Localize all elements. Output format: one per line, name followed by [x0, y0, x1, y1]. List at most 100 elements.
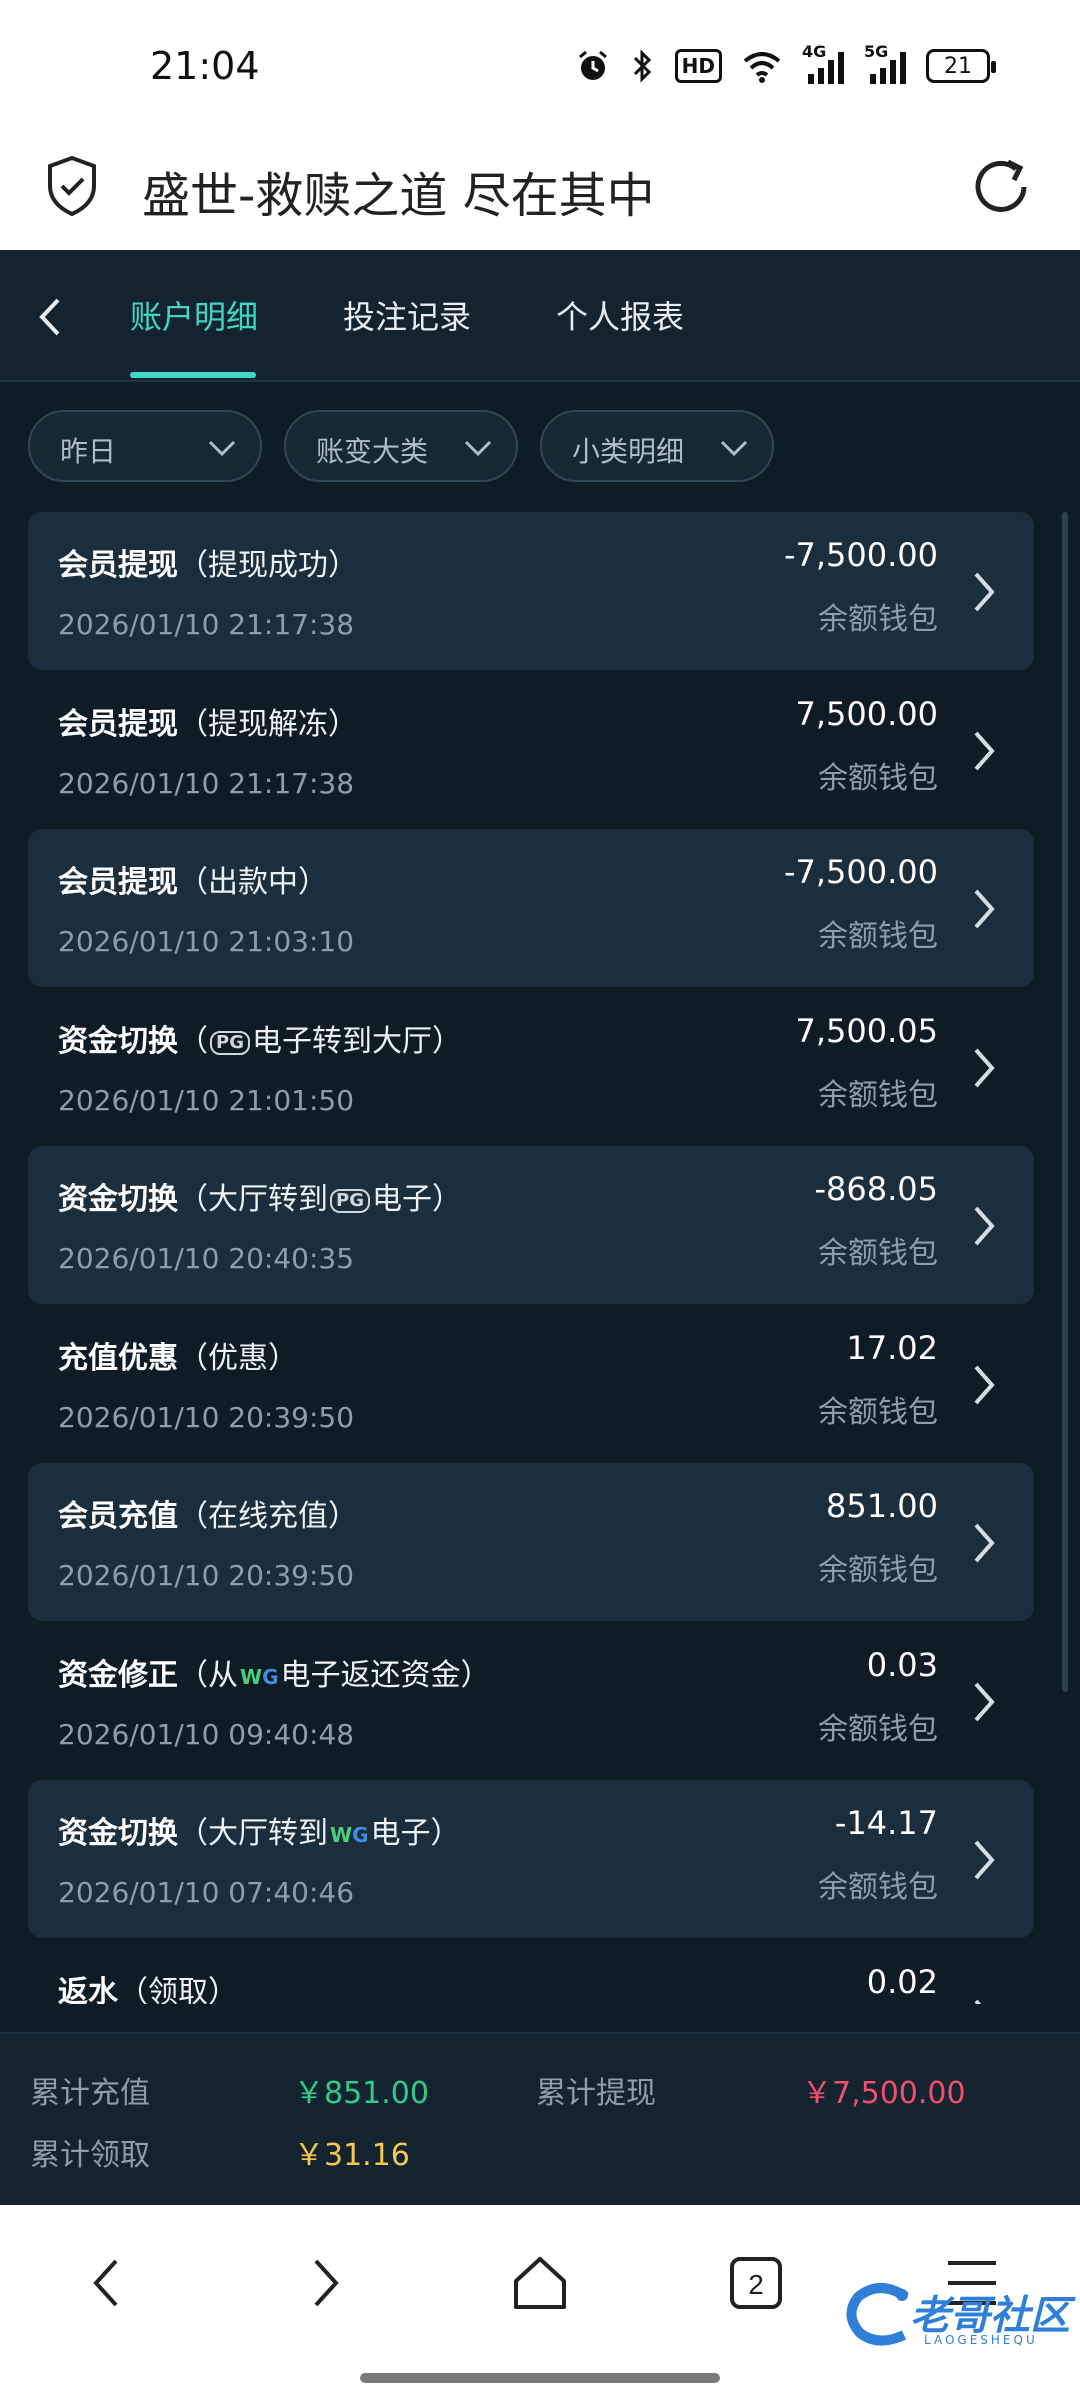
record-row[interactable]: 会员提现（提现解冻） 2026/01/10 21:17:38 7,500.00 余额钱…: [28, 671, 1034, 829]
filter-date-dropdown[interactable]: 昨日: [28, 410, 262, 482]
alarm-icon: [575, 46, 611, 86]
tab-personal-report[interactable]: 个人报表: [556, 292, 684, 338]
record-date: 2026/01/10 20:40:35: [58, 1242, 355, 1275]
chevron-down-icon: [464, 440, 492, 457]
chevron-right-icon[interactable]: [964, 1836, 1004, 1884]
record-type: 资金切换: [58, 1024, 178, 1059]
record-amount: 0.02: [866, 1963, 938, 2001]
tab-account-details[interactable]: 账户明细: [130, 292, 258, 338]
status-bar: 21:04 HD 4G 5G 21: [0, 0, 1080, 130]
record-amount: -7,500.00: [783, 853, 938, 891]
wg-logo-icon: WG: [330, 1822, 369, 1847]
record-amount: 851.00: [826, 1487, 938, 1525]
total-withdraw-label: 累计提现: [536, 2076, 656, 2111]
watermark-logo: 老哥社区 LAOGESHEQU: [840, 2275, 1070, 2355]
shield-check-icon[interactable]: [44, 154, 100, 218]
record-date: 2026/01/10 07:40:46: [58, 1876, 355, 1909]
record-amount: -14.17: [834, 1804, 938, 1842]
record-wallet: 余额钱包: [818, 761, 938, 796]
record-type: 会员提现: [58, 548, 178, 583]
record-detail-prefix: （: [178, 1024, 208, 1059]
record-title: 资金切换（大厅转到 PG 电子）: [58, 1174, 462, 1218]
battery-icon: 21: [926, 49, 996, 83]
chevron-down-icon: [720, 440, 748, 457]
tab-bar: 账户明细 投注记录 个人报表: [0, 250, 1080, 382]
status-time: 21:04: [150, 44, 260, 88]
total-claim-label: 累计领取: [30, 2138, 150, 2173]
total-deposit-value: ￥851.00: [294, 2076, 429, 2111]
total-claim-value: ￥31.16: [294, 2138, 410, 2173]
record-row[interactable]: 资金切换（ PG 电子转到大厅） 2026/01/10 21:01:50 7,500.0…: [28, 988, 1034, 1146]
filter-bar: 昨日 账变大类 小类明细: [0, 410, 1080, 490]
record-type: 会员提现: [58, 707, 178, 742]
refresh-icon[interactable]: [966, 152, 1036, 222]
filter-subcategory-dropdown[interactable]: 小类明细: [540, 410, 774, 482]
record-detail-suffix: 电子返还资金）: [280, 1658, 491, 1693]
record-list: 会员提现（提现成功） 2026/01/10 21:17:38 -7,500.00 余额…: [28, 512, 1034, 2004]
tab-bet-records[interactable]: 投注记录: [343, 292, 471, 338]
record-amount: 0.03: [866, 1646, 938, 1684]
pg-logo-icon: PG: [330, 1188, 370, 1213]
record-row[interactable]: 资金切换（大厅转到 PG 电子） 2026/01/10 20:40:35 -868.05…: [28, 1146, 1034, 1304]
browser-forward-icon[interactable]: [292, 2251, 356, 2315]
record-title: 充值优惠（优惠）: [58, 1333, 298, 1377]
record-detail-prefix: （大厅转到: [178, 1182, 328, 1217]
chevron-right-icon[interactable]: [964, 1519, 1004, 1567]
record-detail-prefix: （提现成功）: [178, 548, 358, 583]
bluetooth-icon: [631, 46, 655, 86]
chevron-right-icon[interactable]: [964, 885, 1004, 933]
record-detail-prefix: （提现解冻）: [178, 707, 358, 742]
record-wallet: 余额钱包: [818, 1236, 938, 1271]
tabs-count-icon[interactable]: 2: [724, 2251, 788, 2315]
app-content: 账户明细 投注记录 个人报表 昨日 账变大类 小类明细 会员提现（提现成功） 20…: [0, 250, 1080, 2205]
chevron-right-icon[interactable]: [964, 1361, 1004, 1409]
record-row[interactable]: 资金修正（从 WG电子返还资金） 2026/01/10 09:40:48 0.03 余额…: [28, 1622, 1034, 1780]
record-detail-suffix: 电子）: [370, 1816, 461, 1851]
scrollbar[interactable]: [1062, 512, 1068, 1692]
active-tab-indicator: [130, 372, 256, 378]
chevron-right-icon[interactable]: [964, 1044, 1004, 1092]
record-title: 会员充值（在线充值）: [58, 1491, 358, 1535]
record-amount: -7,500.00: [783, 536, 938, 574]
record-detail-suffix: 电子转到大厅）: [251, 1024, 462, 1059]
record-row[interactable]: 返水（领取） 0.02: [28, 1939, 1034, 2004]
record-date: 2026/01/10 09:40:48: [58, 1718, 355, 1751]
record-row[interactable]: 会员充值（在线充值） 2026/01/10 20:39:50 851.00 余额钱包: [28, 1463, 1034, 1621]
record-wallet: 余额钱包: [818, 919, 938, 954]
filter-subcategory-label: 小类明细: [572, 435, 685, 468]
record-row[interactable]: 资金切换（大厅转到 WG电子） 2026/01/10 07:40:46 -14.17 余…: [28, 1780, 1034, 1938]
signal-4g-icon: 4G: [802, 42, 844, 84]
record-title: 会员提现（出款中）: [58, 857, 328, 901]
pg-logo-icon: PG: [210, 1030, 250, 1055]
record-type: 充值优惠: [58, 1341, 178, 1376]
status-icons: HD 4G 5G 21: [575, 42, 996, 86]
record-row[interactable]: 会员提现（出款中） 2026/01/10 21:03:10 -7,500.00 余额钱…: [28, 829, 1034, 987]
browser-back-icon[interactable]: [76, 2251, 140, 2315]
back-arrow-icon[interactable]: [26, 292, 76, 342]
chevron-right-icon[interactable]: [964, 1995, 1004, 2004]
chevron-right-icon[interactable]: [964, 1202, 1004, 1250]
record-wallet: 余额钱包: [818, 1712, 938, 1747]
record-type: 资金修正: [58, 1658, 178, 1693]
record-type: 会员提现: [58, 865, 178, 900]
dragon-logo-icon: [846, 2283, 909, 2346]
record-detail-suffix: 电子）: [371, 1182, 462, 1217]
record-date: 2026/01/10 21:01:50: [58, 1084, 355, 1117]
record-row[interactable]: 充值优惠（优惠） 2026/01/10 20:39:50 17.02 余额钱包: [28, 1305, 1034, 1463]
filter-category-dropdown[interactable]: 账变大类: [284, 410, 518, 482]
chevron-right-icon[interactable]: [964, 568, 1004, 616]
record-type: 资金切换: [58, 1182, 178, 1217]
record-date: 2026/01/10 21:03:10: [58, 925, 355, 958]
record-date: 2026/01/10 20:39:50: [58, 1559, 355, 1592]
page-title[interactable]: 盛世-救赎之道 尽在其中: [142, 156, 655, 226]
home-indicator[interactable]: [360, 2373, 720, 2383]
record-title: 会员提现（提现解冻）: [58, 699, 358, 743]
home-icon[interactable]: [508, 2251, 572, 2315]
chevron-right-icon[interactable]: [964, 727, 1004, 775]
record-title: 资金切换（大厅转到 WG电子）: [58, 1808, 460, 1852]
chevron-right-icon[interactable]: [964, 1678, 1004, 1726]
totals-panel: 累计充值 ￥851.00 累计提现 ￥7,500.00 累计领取 ￥31.16: [0, 2032, 1080, 2205]
record-row[interactable]: 会员提现（提现成功） 2026/01/10 21:17:38 -7,500.00 余额…: [28, 512, 1034, 670]
record-date: 2026/01/10 21:17:38: [58, 767, 355, 800]
record-title: 会员提现（提现成功）: [58, 540, 358, 584]
